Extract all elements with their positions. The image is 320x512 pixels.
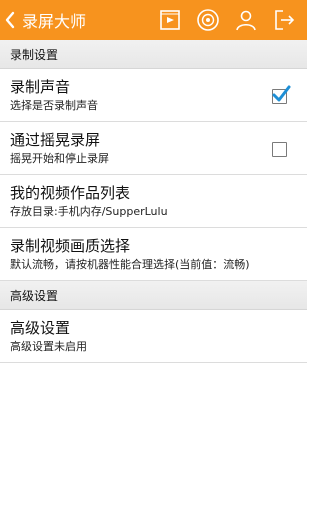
back-chevron-icon [5,11,15,29]
user-icon [236,10,256,31]
app-bar: 录屏大师 [0,0,307,40]
record-button[interactable] [195,7,221,33]
setting-subtitle: 存放目录:手机内存/SupperLulu [10,205,168,218]
video-play-icon [160,10,180,30]
shake-record-checkbox[interactable] [272,142,287,157]
setting-record-audio[interactable]: 录制声音 选择是否录制声音 [0,69,307,122]
exit-button[interactable] [271,7,297,33]
record-target-icon [197,9,219,31]
exit-icon [275,10,295,30]
setting-subtitle: 摇晃开始和停止录屏 [10,152,109,165]
checkmark-icon [272,85,291,102]
setting-subtitle: 默认流畅，请按机器性能合理选择(当前值：流畅) [10,258,250,271]
settings-list: 录制设置 录制声音 选择是否录制声音 通过摇晃录屏 摇晃开始和停止录屏 我的视频… [0,40,307,363]
setting-video-list[interactable]: 我的视频作品列表 存放目录:手机内存/SupperLulu [0,175,307,228]
section-header-record: 录制设置 [0,40,307,69]
back-button[interactable] [2,0,18,40]
record-audio-checkbox[interactable] [272,85,291,104]
setting-title: 录制视频画质选择 [10,237,131,255]
setting-title: 通过摇晃录屏 [10,131,101,149]
setting-video-quality[interactable]: 录制视频画质选择 默认流畅，请按机器性能合理选择(当前值：流畅) [0,228,307,281]
setting-title: 录制声音 [10,78,71,96]
user-button[interactable] [233,7,259,33]
app-title: 录屏大师 [22,12,87,31]
video-list-button[interactable] [157,7,183,33]
setting-advanced[interactable]: 高级设置 高级设置未启用 [0,310,307,363]
section-header-advanced: 高级设置 [0,281,307,310]
setting-shake-record[interactable]: 通过摇晃录屏 摇晃开始和停止录屏 [0,122,307,175]
setting-subtitle: 高级设置未启用 [10,340,87,353]
setting-title: 高级设置 [10,319,71,337]
setting-subtitle: 选择是否录制声音 [10,99,98,112]
setting-title: 我的视频作品列表 [10,184,131,202]
